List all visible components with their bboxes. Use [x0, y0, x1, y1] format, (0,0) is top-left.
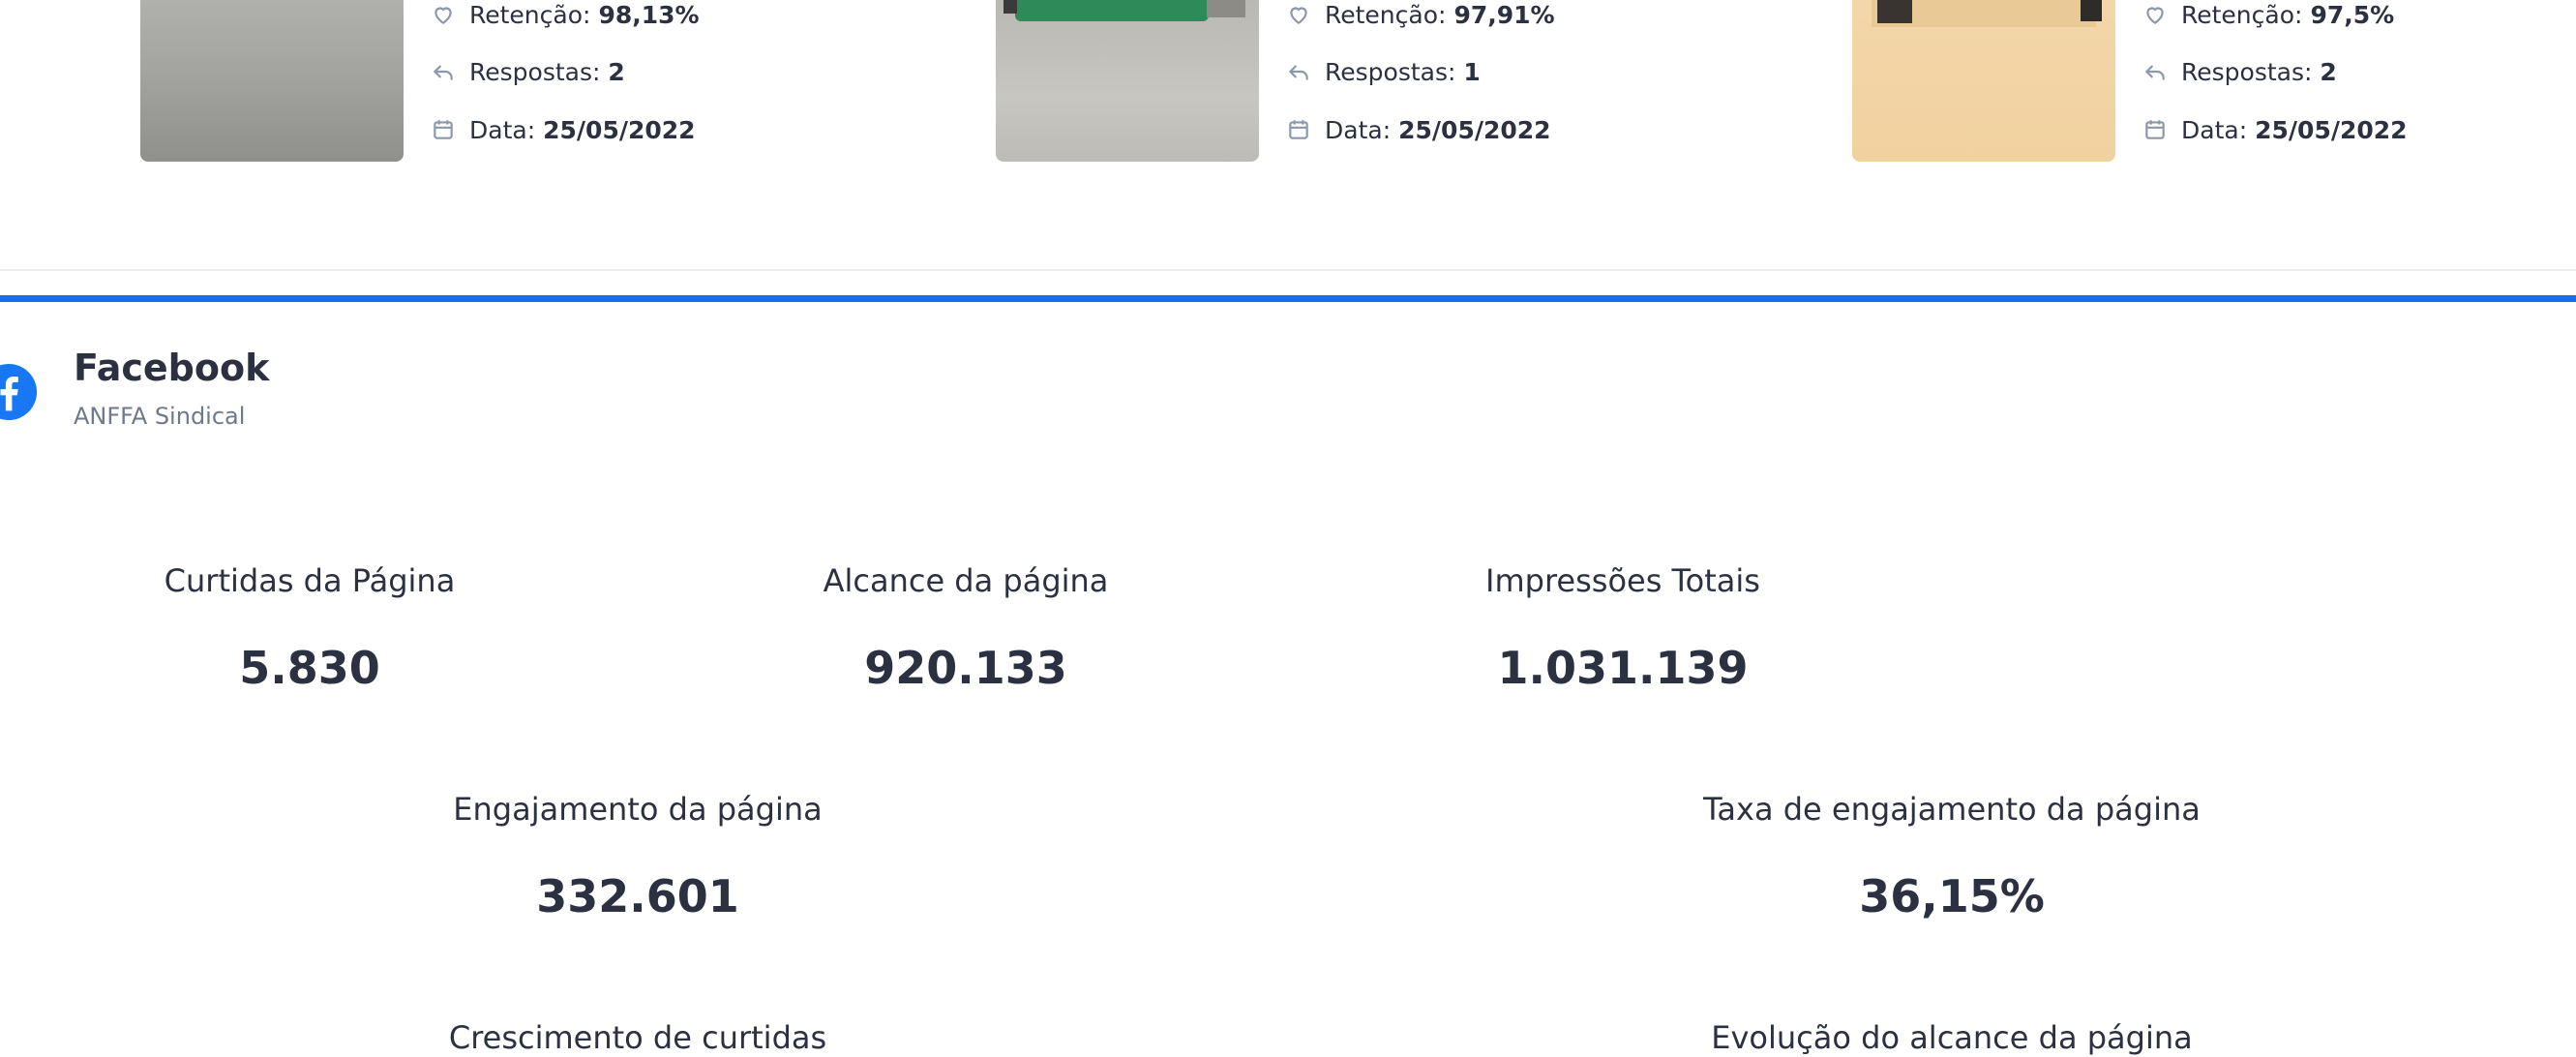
replies-value: 2 — [2320, 57, 2337, 86]
metric-value: 1.031.139 — [1497, 642, 1749, 694]
metric-value: 5.830 — [239, 642, 380, 694]
date-label: Data: — [469, 115, 536, 144]
replies-stat: Respostas: 1 — [1286, 54, 1481, 89]
likes-growth-title: Crescimento de curtidas — [448, 1019, 827, 1056]
post-card-2[interactable]: Retenção: 97,91% Respostas: 1 Data: 25/05/2… — [996, 0, 1576, 163]
date-label: Data: — [1325, 115, 1392, 144]
post-thumbnail[interactable] — [996, 0, 1259, 162]
replies-label: Respostas: — [2181, 57, 2313, 86]
retention-stat: Retenção: 97,91% — [1286, 0, 1555, 32]
section-accent-bar — [0, 295, 2576, 302]
post-card-1[interactable]: Retenção: 98,13% Respostas: 2 Data: 25/05/2… — [140, 0, 721, 163]
date-stat: Data: 25/05/2022 — [1286, 112, 1551, 147]
metric-label: Engajamento da página — [453, 791, 823, 828]
metric-total-impressions: Impressões Totais 1.031.139 — [1429, 561, 1816, 695]
heart-icon — [431, 2, 456, 27]
retention-stat: Retenção: 98,13% — [431, 0, 700, 32]
reply-icon — [431, 59, 456, 84]
metric-page-reach: Alcance da página 920.133 — [772, 561, 1159, 695]
retention-label: Retenção: — [1325, 0, 1447, 29]
date-stat: Data: 25/05/2022 — [431, 112, 696, 147]
replies-label: Respostas: — [469, 57, 601, 86]
metric-page-engagement: Engajamento da página 332.601 — [396, 790, 880, 923]
replies-value: 1 — [1463, 57, 1481, 86]
date-stat: Data: 25/05/2022 — [2142, 112, 2408, 147]
metric-value: 332.601 — [536, 870, 739, 922]
calendar-icon — [431, 117, 456, 142]
date-label: Data: — [2181, 115, 2248, 144]
metric-value: 920.133 — [864, 642, 1067, 694]
post-thumbnail[interactable] — [140, 0, 404, 162]
metric-value: 36,15% — [1859, 870, 2045, 922]
replies-stat: Respostas: 2 — [2142, 54, 2337, 89]
facebook-icon — [0, 362, 39, 422]
replies-label: Respostas: — [1325, 57, 1456, 86]
section-title: Facebook — [74, 347, 270, 389]
reply-icon — [1286, 59, 1311, 84]
replies-value: 2 — [608, 57, 625, 86]
retention-stat: Retenção: 97,5% — [2142, 0, 2394, 32]
metric-label: Alcance da página — [823, 562, 1109, 599]
calendar-icon — [1286, 117, 1311, 142]
date-value: 25/05/2022 — [1398, 115, 1551, 144]
retention-label: Retenção: — [2181, 0, 2303, 29]
metric-label: Curtidas da Página — [164, 562, 456, 599]
date-value: 25/05/2022 — [543, 115, 696, 144]
reach-evolution-title: Evolução do alcance da página — [1711, 1019, 2193, 1056]
metric-label: Taxa de engajamento da página — [1703, 791, 2201, 828]
retention-value: 98,13% — [598, 0, 700, 29]
heart-icon — [1286, 2, 1311, 27]
calendar-icon — [2142, 117, 2168, 142]
section-subtitle: ANFFA Sindical — [74, 403, 246, 430]
retention-label: Retenção: — [469, 0, 591, 29]
section-divider — [0, 269, 2576, 271]
replies-stat: Respostas: 2 — [431, 54, 625, 89]
post-card-3[interactable]: Retenção: 97,5% Respostas: 2 Data: 25/05/20… — [1852, 0, 2433, 163]
metric-page-likes: Curtidas da Página 5.830 — [116, 561, 503, 695]
heart-icon — [2142, 2, 2168, 27]
metric-engagement-rate: Taxa de engajamento da página 36,15% — [1613, 790, 2291, 923]
date-value: 25/05/2022 — [2255, 115, 2408, 144]
metric-label: Impressões Totais — [1485, 562, 1760, 599]
retention-value: 97,5% — [2310, 0, 2395, 29]
post-thumbnail[interactable] — [1852, 0, 2115, 162]
retention-value: 97,91% — [1453, 0, 1555, 29]
reply-icon — [2142, 59, 2168, 84]
